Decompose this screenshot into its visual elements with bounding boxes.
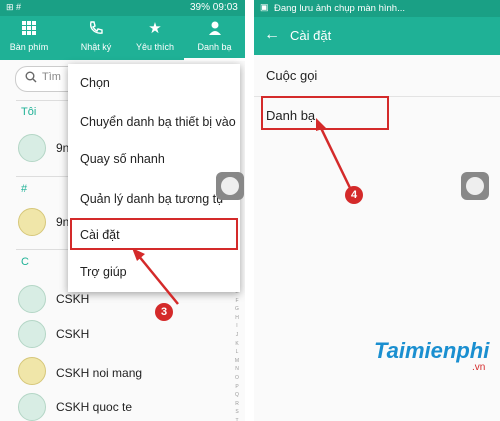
step-badge-3: 3 <box>155 303 173 321</box>
watermark-suffix: .vn <box>472 362 486 373</box>
step-badge-4: 4 <box>345 186 363 204</box>
left-phone-screen: ⊞ # 39% 09:03 Bàn phím Nhật ký ★ Yêu thí… <box>0 0 245 421</box>
watermark-logo: Taimienphi <box>374 338 489 364</box>
watermark-brand: Taimienphi <box>374 338 490 363</box>
right-phone-screen: ▣ Đang lưu ảnh chụp màn hình... ← Cài đặ… <box>254 0 500 421</box>
arrow-annotation-3 <box>132 248 179 305</box>
screen-gap <box>245 0 254 421</box>
